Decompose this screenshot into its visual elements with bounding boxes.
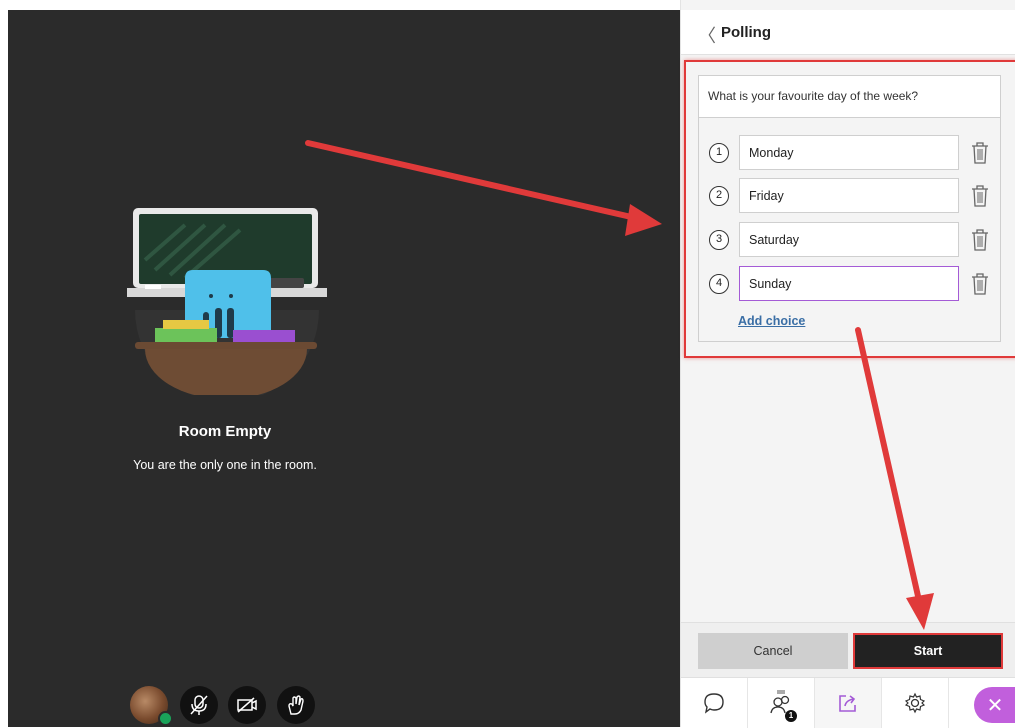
back-chevron-icon[interactable]: 〈	[698, 22, 716, 48]
panel-title: Polling	[721, 24, 771, 41]
tab-participants[interactable]	[748, 678, 815, 728]
poll-question-text: What is your favourite day of the week?	[708, 89, 919, 103]
choice-number: 2	[709, 186, 729, 206]
choice-number: 1	[709, 143, 729, 163]
raise-hand-button[interactable]	[277, 686, 315, 724]
camera-off-icon	[237, 697, 257, 713]
status-check-icon	[158, 711, 173, 726]
choice-row: 3 Saturday	[699, 222, 1002, 258]
stage-background	[8, 10, 680, 727]
chat-bubble-icon	[704, 693, 724, 714]
camera-off-button[interactable]	[228, 686, 266, 724]
delete-choice-trash-icon[interactable]	[969, 184, 991, 208]
delete-choice-trash-icon[interactable]	[969, 272, 991, 296]
choice-row: 2 Friday	[699, 178, 1002, 214]
share-content-icon	[839, 695, 856, 712]
gear-icon	[904, 692, 926, 714]
tab-share-content[interactable]	[815, 678, 882, 728]
close-panel-icon[interactable]: ✕	[974, 687, 1015, 723]
delete-choice-trash-icon[interactable]	[969, 228, 991, 252]
room-empty-title: Room Empty	[178, 423, 272, 440]
empty-classroom-illustration	[127, 208, 327, 395]
cancel-button[interactable]: Cancel	[698, 633, 848, 669]
choice-row: 1 Monday	[699, 135, 1002, 171]
room-empty-subtitle: You are the only one in the room.	[133, 458, 317, 472]
panel-tab-bar: ✕	[681, 677, 1015, 728]
microphone-muted-icon	[190, 695, 208, 715]
choice-input[interactable]: Friday	[739, 178, 959, 213]
tab-settings[interactable]	[882, 678, 949, 728]
participants-count-badge: 1	[785, 710, 797, 722]
choice-row: 4 Sunday	[699, 266, 1002, 302]
start-button[interactable]: Start	[853, 633, 1003, 669]
panel-footer: Cancel Start	[681, 622, 1015, 677]
choice-input[interactable]: Monday	[739, 135, 959, 170]
choice-number: 4	[709, 274, 729, 294]
choice-number: 3	[709, 230, 729, 250]
delete-choice-trash-icon[interactable]	[969, 141, 991, 165]
main-stage: Room Empty You are the only one in the r…	[0, 0, 680, 727]
poll-question-field[interactable]: What is your favourite day of the week?	[698, 75, 1001, 118]
polling-panel: 〈 Polling What is your favourite day of …	[680, 0, 1015, 728]
poll-choices-list: 1 Monday 2 Friday 3 Saturday 4 Sunday Ad…	[698, 118, 1001, 342]
tab-chat[interactable]	[681, 678, 748, 728]
microphone-muted-button[interactable]	[180, 686, 218, 724]
add-choice-link[interactable]: Add choice	[738, 314, 805, 328]
hand-raise-icon	[288, 695, 304, 715]
choice-input[interactable]: Sunday	[739, 266, 959, 301]
panel-header: 〈 Polling	[681, 10, 1015, 55]
choice-input[interactable]: Saturday	[739, 222, 959, 257]
